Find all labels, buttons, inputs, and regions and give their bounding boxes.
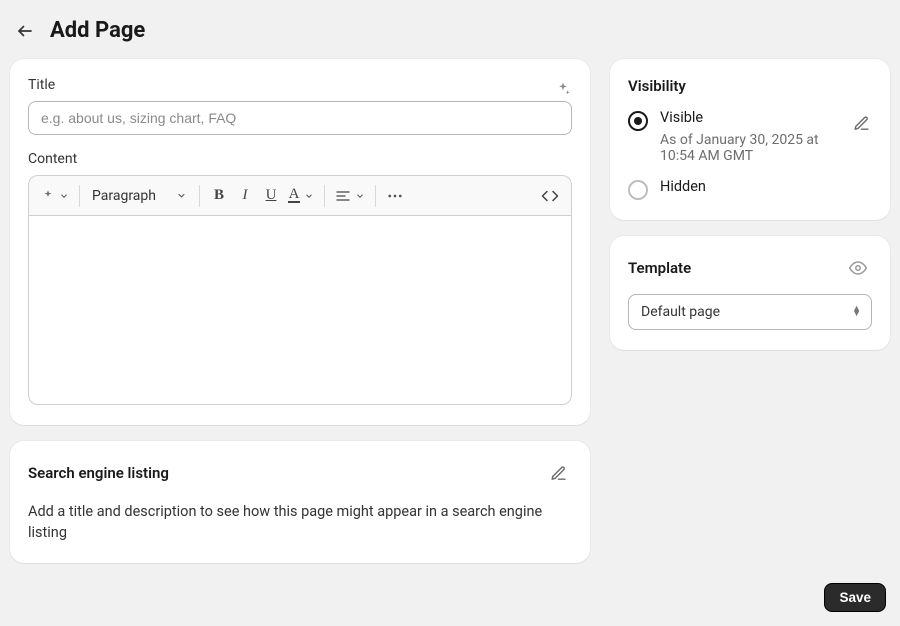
title-label: Title bbox=[28, 77, 55, 93]
preview-template-button[interactable] bbox=[844, 254, 872, 282]
template-card: Template Default page ▲▼ bbox=[610, 236, 890, 350]
underline-button[interactable]: U bbox=[258, 183, 284, 209]
paragraph-style-button[interactable]: Paragraph bbox=[86, 183, 193, 209]
visibility-card: Visibility Visible As of January 30, 202… bbox=[610, 59, 890, 220]
editor-toolbar: Paragraph B I U A bbox=[28, 175, 572, 215]
select-caret-icon: ▲▼ bbox=[852, 307, 861, 317]
seo-card: Search engine listing Add a title and de… bbox=[10, 441, 590, 563]
edit-seo-button[interactable] bbox=[544, 459, 572, 487]
page-title: Add Page bbox=[50, 18, 145, 43]
page-header: Add Page bbox=[0, 0, 900, 59]
paragraph-style-label: Paragraph bbox=[92, 188, 156, 204]
visibility-visible-subtext: As of January 30, 2025 at 10:54 AM GMT bbox=[660, 132, 843, 164]
text-color-button[interactable]: A bbox=[284, 183, 318, 209]
visibility-heading: Visibility bbox=[628, 77, 872, 95]
template-heading: Template bbox=[628, 259, 691, 277]
visibility-hidden-radio[interactable] bbox=[628, 180, 648, 200]
more-tools-button[interactable] bbox=[382, 183, 408, 209]
template-select-value: Default page bbox=[641, 304, 720, 320]
page-details-card: Title Content Paragraph bbox=[10, 59, 590, 425]
seo-heading: Search engine listing bbox=[28, 464, 169, 482]
content-editor[interactable] bbox=[28, 215, 572, 405]
content-label: Content bbox=[28, 151, 572, 167]
ai-tools-button[interactable] bbox=[37, 183, 73, 209]
template-select[interactable]: Default page ▲▼ bbox=[628, 294, 872, 330]
seo-description: Add a title and description to see how t… bbox=[28, 501, 572, 543]
title-input[interactable] bbox=[28, 101, 572, 135]
visibility-visible-radio[interactable] bbox=[628, 111, 648, 131]
align-button[interactable] bbox=[331, 183, 369, 209]
visibility-hidden-label: Hidden bbox=[660, 178, 706, 195]
sparkle-icon[interactable] bbox=[554, 80, 572, 98]
save-button[interactable]: Save bbox=[824, 583, 886, 612]
back-button[interactable] bbox=[14, 20, 36, 42]
html-view-button[interactable] bbox=[537, 183, 563, 209]
italic-button[interactable]: I bbox=[232, 183, 258, 209]
edit-visibility-date-button[interactable] bbox=[851, 109, 872, 137]
bold-button[interactable]: B bbox=[206, 183, 232, 209]
visibility-visible-label: Visible bbox=[660, 109, 843, 126]
